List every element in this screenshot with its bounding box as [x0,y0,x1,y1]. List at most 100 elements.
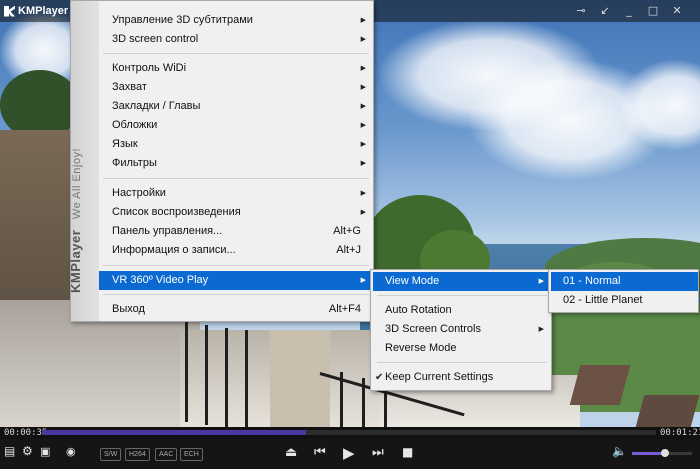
railing [245,330,248,427]
menu-item-playlist[interactable]: Список воспроизведения ▶ [99,203,373,222]
volume-knob[interactable] [661,449,669,457]
eject-icon[interactable]: ⏏ [285,445,297,460]
menu-item-label: Keep Current Settings [385,371,494,383]
cloud [620,60,700,150]
menu-separator [377,295,547,296]
vr-headset-icon[interactable]: ◉ [66,445,76,458]
submenu-arrow-icon: ▶ [360,102,366,110]
railing [362,378,365,427]
minimize-icon[interactable]: _ [620,3,638,19]
submenu-arrow-icon: ▶ [360,189,366,197]
capture-icon[interactable]: ▣ [40,445,50,458]
menu-item-vr-360[interactable]: VR 360º Video Play ▶ [99,271,373,290]
menu-item-label: 3D screen control [112,33,199,45]
menu-item-3d-subtitles[interactable]: Управление 3D субтитрами ▶ [99,11,373,30]
menu-item-bookmarks[interactable]: Закладки / Главы ▶ [99,97,373,116]
menu-item-shortcut: Alt+G [333,225,361,237]
menu-item-skins[interactable]: Обложки ▶ [99,116,373,135]
menu-item-3d-screen-controls[interactable]: 3D Screen Controls ▶ [373,320,551,339]
menu-item-label: Auto Rotation [385,304,452,316]
menu-item-settings[interactable]: Настройки ▶ [99,184,373,203]
volume-icon[interactable]: 🔈 [612,444,627,458]
rock-wall [0,130,75,310]
menu-item-label: Информация о записи... [112,244,236,256]
menu-item-label: Настройки [112,187,166,199]
menu-item-label: 3D Screen Controls [385,323,481,335]
total-time: 00:01:21 [660,428,700,438]
menu-item-view-normal[interactable]: 01 - Normal [551,272,698,291]
menu-item-label: Контроль WiDi [112,62,187,74]
submenu-arrow-icon: ▶ [360,16,366,24]
submenu-arrow-icon: ▶ [360,140,366,148]
submenu-arrow-icon: ▶ [360,159,366,167]
submenu-arrow-icon: ▶ [538,277,544,285]
railing [340,372,343,427]
menu-item-view-little-planet[interactable]: 02 - Little Planet [551,291,698,310]
railing [185,322,188,422]
menu-item-auto-rotation[interactable]: Auto Rotation [373,301,551,320]
previous-icon[interactable]: ⏮ [314,445,326,460]
close-icon[interactable]: ✕ [668,3,686,19]
pin-icon[interactable]: ⊸ [572,3,590,19]
volume-slider[interactable] [632,449,692,457]
menu-item-keep-settings[interactable]: ✔ Keep Current Settings [373,368,551,387]
format-badge: AAC [155,448,178,461]
brand-strip: KMPlayer We All Enjoy! [68,1,99,321]
menu-item-label: Язык [112,138,138,150]
view-mode-submenu: 01 - Normal 02 - Little Planet [548,269,699,313]
play-icon[interactable]: ▶ [343,444,355,462]
menu-item-label: Выход [112,303,145,315]
menu-item-exit[interactable]: Выход Alt+F4 [99,300,373,319]
menu-item-label: Захват [112,81,147,93]
railing [225,328,228,427]
submenu-arrow-icon: ▶ [360,83,366,91]
format-badge: S/W [100,448,122,461]
menu-item-label: Reverse Mode [385,342,457,354]
submenu-arrow-icon: ▶ [360,64,366,72]
brand-tagline: We All Enjoy! [71,147,83,220]
submenu-arrow-icon: ▶ [360,276,366,284]
gear-icon[interactable]: ⚙ [22,444,33,458]
seek-bar-progress [42,430,307,435]
menu-item-label: Список воспроизведения [112,206,241,218]
menu-item-reverse-mode[interactable]: Reverse Mode [373,339,551,358]
format-badge: H264 [125,448,150,461]
menu-item-label: Обложки [112,119,158,131]
playlist-icon[interactable]: ▤ [4,444,15,458]
menu-item-file-info[interactable]: Информация о записи... Alt+J [99,241,373,260]
menu-item-control-panel[interactable]: Панель управления... Alt+G [99,222,373,241]
vr-360-submenu: View Mode ▶ Auto Rotation 3D Screen Cont… [370,269,552,391]
brand-name: KMPlayer [68,229,83,293]
menu-separator [103,53,369,54]
format-badge: ECH [180,448,203,461]
submenu-arrow-icon: ▶ [360,35,366,43]
deck-chair [635,395,700,427]
submenu-arrow-icon: ▶ [538,325,544,333]
maximize-icon[interactable]: □ [644,3,662,19]
brand-strip-text: KMPlayer We All Enjoy! [68,148,83,293]
menu-item-filters[interactable]: Фильтры ▶ [99,154,373,173]
menu-item-shortcut: Alt+J [336,244,361,256]
menu-item-label: Панель управления... [112,225,223,237]
menu-item-view-mode[interactable]: View Mode ▶ [373,272,551,291]
checkmark-icon: ✔ [375,372,384,383]
stone-pillar [270,330,330,427]
kmplayer-logo-icon [4,5,15,17]
menu-item-label: Закладки / Главы [112,100,201,112]
app-title: KMPlayer [18,5,69,17]
seek-bar[interactable] [42,430,656,435]
menu-item-capture[interactable]: Захват ▶ [99,78,373,97]
menu-item-shortcut: Alt+F4 [328,303,361,315]
submenu-arrow-icon: ▶ [360,121,366,129]
next-icon[interactable]: ⏭ [372,445,384,460]
stop-icon[interactable]: ■ [402,445,413,459]
menu-item-3d-screen-control[interactable]: 3D screen control ▶ [99,30,373,49]
menu-item-label: Управление 3D субтитрами [112,14,253,26]
submenu-arrow-icon: ▶ [360,208,366,216]
menu-item-language[interactable]: Язык ▶ [99,135,373,154]
main-context-menu: KMPlayer We All Enjoy! Управление 3D суб… [68,0,374,322]
menu-separator [103,294,369,295]
menu-item-label: Фильтры [112,157,157,169]
menu-item-widi[interactable]: Контроль WiDi ▶ [99,59,373,78]
resize-icon[interactable]: ↙ [596,3,614,19]
